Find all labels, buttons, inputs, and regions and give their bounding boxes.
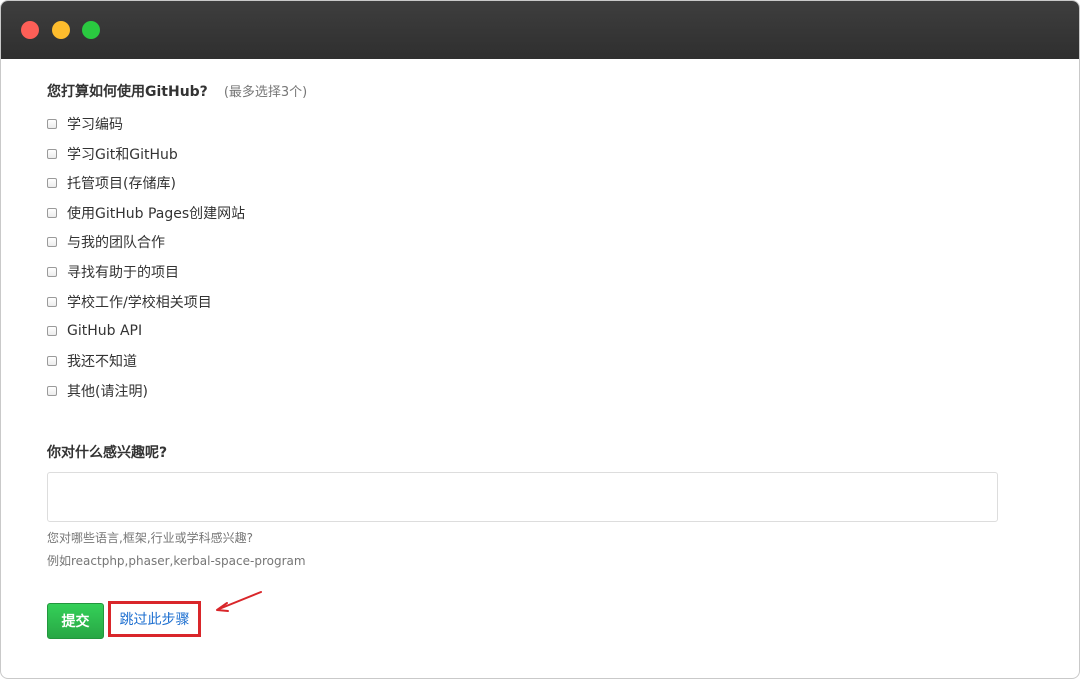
option-label: 学习Git和GitHub [67,147,178,163]
checkbox[interactable] [47,119,57,129]
option-label: 学校工作/学校相关项目 [67,295,212,311]
skip-highlight-box: 跳过此步骤 [108,601,201,637]
option-find-projects[interactable]: 寻找有助于的项目 [47,262,179,282]
usage-question-title: 您打算如何使用GitHub? (最多选择3个) [47,81,307,101]
zoom-window-button[interactable] [82,21,100,39]
close-window-button[interactable] [21,21,39,39]
skip-step-link[interactable]: 跳过此步骤 [120,609,190,629]
option-school-work[interactable]: 学校工作/学校相关项目 [47,292,212,312]
usage-question-hint: (最多选择3个) [223,85,308,100]
option-label: 寻找有助于的项目 [67,265,179,281]
option-label: 托管项目(存储库) [67,176,176,192]
option-github-api[interactable]: GitHub API [47,321,142,341]
option-label: GitHub API [67,323,143,339]
checkbox[interactable] [47,386,57,396]
option-other[interactable]: 其他(请注明) [47,381,148,401]
checkbox[interactable] [47,208,57,218]
checkbox[interactable] [47,178,57,188]
checkbox[interactable] [47,149,57,159]
red-arrow-annotation [216,591,262,612]
option-label: 其他(请注明) [67,384,148,400]
option-label: 学习编码 [67,117,123,133]
checkbox[interactable] [47,267,57,277]
usage-question-text: 您打算如何使用GitHub? [47,84,208,100]
submit-button[interactable]: 提交 [47,603,104,639]
minimize-window-button[interactable] [52,21,70,39]
window-titlebar [1,1,1079,59]
checkbox[interactable] [47,356,57,366]
checkbox[interactable] [47,297,57,307]
option-github-pages[interactable]: 使用GitHub Pages创建网站 [47,203,245,223]
checkbox[interactable] [47,326,57,336]
option-label: 使用GitHub Pages创建网站 [67,206,246,222]
checkbox[interactable] [47,237,57,247]
interests-question-title: 你对什么感兴趣呢? [47,445,168,461]
option-dont-know[interactable]: 我还不知道 [47,351,137,371]
option-label: 与我的团队合作 [67,235,165,251]
interests-input[interactable] [47,472,998,522]
option-host-project[interactable]: 托管项目(存储库) [47,173,176,193]
option-label: 我还不知道 [67,354,137,370]
interests-help-text: 您对哪些语言,框架,行业或学科感兴趣? [47,531,253,545]
option-team-collab[interactable]: 与我的团队合作 [47,232,165,252]
option-learn-coding[interactable]: 学习编码 [47,114,123,134]
option-learn-git[interactable]: 学习Git和GitHub [47,144,178,164]
browser-window: 您打算如何使用GitHub? (最多选择3个) 学习编码 学习Git和GitHub… [0,0,1080,679]
interests-example-text: 例如reactphp,phaser,kerbal-space-program [47,554,306,568]
